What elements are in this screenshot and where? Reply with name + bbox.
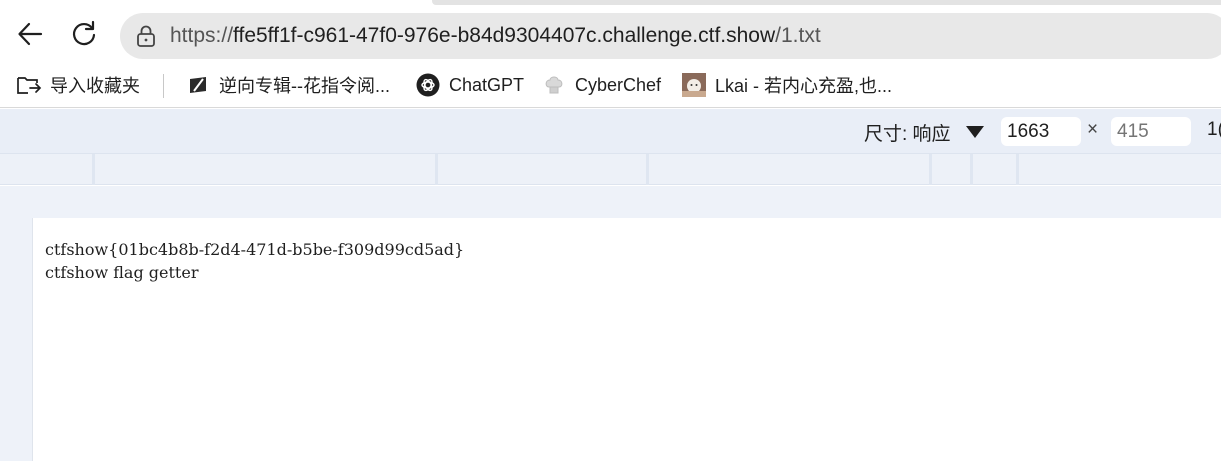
text-line-getter: ctfshow flag getter xyxy=(45,263,199,282)
reload-icon xyxy=(72,20,96,46)
media-query-marker[interactable] xyxy=(646,154,649,185)
media-query-marker[interactable] xyxy=(92,154,95,185)
text-content: ctfshow{01bc4b8b-f2d4-471d-b5be-f309d99c… xyxy=(45,238,464,284)
avatar-favicon xyxy=(681,72,707,98)
page-content: ctfshow{01bc4b8b-f2d4-471d-b5be-f309d99c… xyxy=(33,218,1221,461)
bookmarks-separator xyxy=(163,74,164,98)
media-query-ruler xyxy=(0,153,1221,185)
url-path: /1.txt xyxy=(775,24,821,47)
text-line-flag: ctfshow{01bc4b8b-f2d4-471d-b5be-f309d99c… xyxy=(45,240,465,259)
times-separator: × xyxy=(1087,119,1099,140)
bookmark-label: CyberChef xyxy=(575,74,662,95)
bookmark-label: 逆向专辑--花指令阅... xyxy=(219,76,390,96)
viewport-width-input[interactable] xyxy=(1001,117,1081,146)
bookmarks-bar: 导入收藏夹 逆向专辑--花指令阅... ChatGPT CyberChef Lk… xyxy=(0,62,1221,108)
chef-hat-icon xyxy=(541,72,567,98)
bookmark-label: Lkai - 若内心充盈,也... xyxy=(715,76,893,96)
viewport-height-input[interactable] xyxy=(1111,117,1191,146)
media-query-marker[interactable] xyxy=(970,154,973,185)
bookmark-label: 导入收藏夹 xyxy=(50,76,140,96)
lock-icon xyxy=(137,25,155,47)
bookmark-favicon xyxy=(185,72,211,98)
back-button[interactable] xyxy=(10,14,50,54)
address-bar[interactable]: https://ffe5ff1f-c961-47f0-976e-b84d9304… xyxy=(120,13,1221,59)
inactive-tab-area[interactable] xyxy=(432,0,1221,5)
media-query-marker[interactable] xyxy=(435,154,438,185)
chatgpt-logo xyxy=(415,72,441,98)
devtools-device-toolbar: 尺寸: 响应 × 1( xyxy=(0,109,1221,153)
bookmark-lkai[interactable]: Lkai - 若内心充盈,也... xyxy=(681,70,892,100)
browser-toolbar: https://ffe5ff1f-c961-47f0-976e-b84d9304… xyxy=(0,6,1221,62)
caret-down-icon[interactable] xyxy=(966,126,984,138)
dimensions-label[interactable]: 尺寸: 响应 xyxy=(864,119,951,146)
bookmark-chatgpt[interactable]: ChatGPT xyxy=(415,70,524,100)
bookmark-import[interactable]: 导入收藏夹 xyxy=(16,70,140,100)
zoom-value-clipped[interactable]: 1( xyxy=(1207,119,1221,141)
import-folder-icon xyxy=(16,72,42,98)
url-host: ffe5ff1f-c961-47f0-976e-b84d9304407c.cha… xyxy=(233,24,776,47)
bookmark-reverse-album[interactable]: 逆向专辑--花指令阅... xyxy=(185,70,390,100)
url-text: https://ffe5ff1f-c961-47f0-976e-b84d9304… xyxy=(170,24,821,48)
arrow-left-icon xyxy=(18,22,43,46)
url-scheme: https:// xyxy=(170,24,234,47)
bookmark-cyberchef[interactable]: CyberChef xyxy=(541,70,661,100)
bookmark-label: ChatGPT xyxy=(449,74,525,95)
media-query-marker[interactable] xyxy=(1016,154,1019,185)
media-query-marker[interactable] xyxy=(929,154,932,185)
reload-button[interactable] xyxy=(64,14,104,54)
site-info-button[interactable] xyxy=(126,13,166,59)
